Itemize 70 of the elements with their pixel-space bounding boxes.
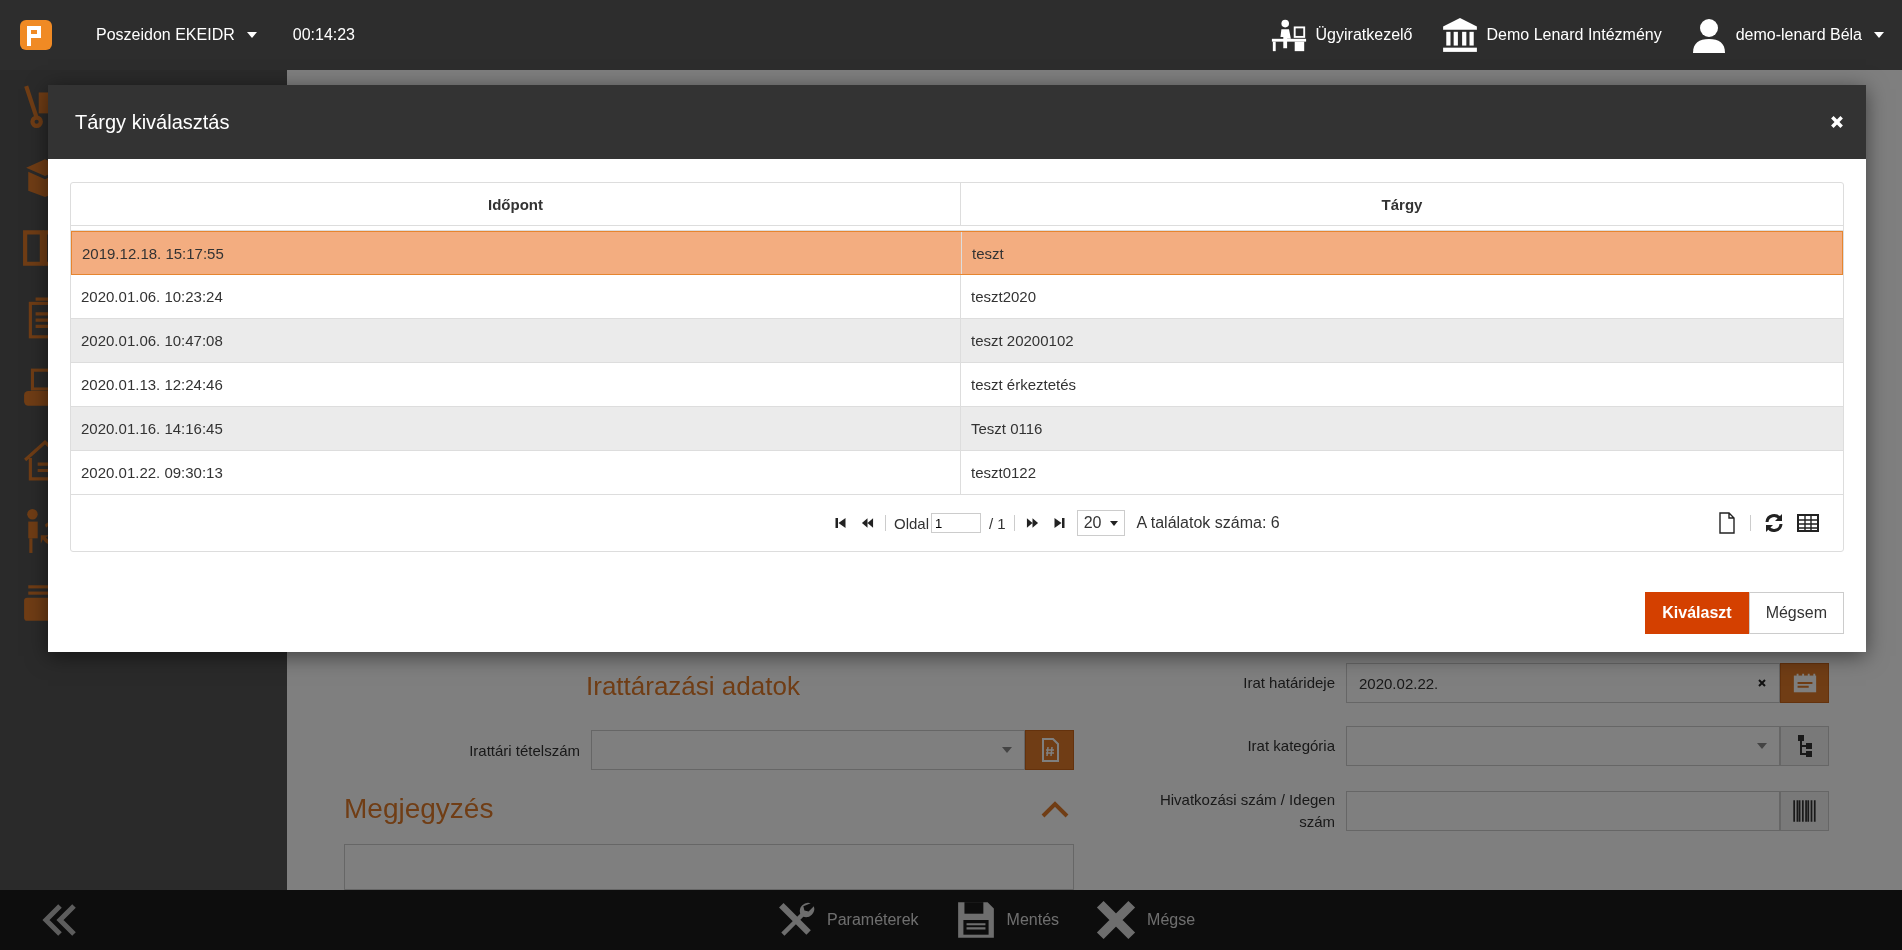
user-menu[interactable]: demo-lenard Béla: [1689, 17, 1884, 53]
save-button[interactable]: Mentés: [954, 899, 1060, 941]
table-row[interactable]: 2020.01.13. 12:24:46 teszt érkeztetés: [71, 363, 1843, 407]
table-cell: 2020.01.06. 10:47:08: [71, 319, 961, 362]
close-icon[interactable]: [1830, 115, 1844, 129]
next-page-icon[interactable]: [1025, 517, 1039, 529]
select-field[interactable]: [591, 730, 1025, 770]
table-row[interactable]: 2019.12.18. 15:17:55 teszt: [71, 231, 1843, 275]
table-cell: 2020.01.22. 09:30:13: [71, 451, 961, 494]
bank-icon: [1440, 17, 1479, 53]
previous-page-icon[interactable]: [861, 517, 874, 529]
caret-icon: [246, 32, 257, 38]
field-label: Irat kategória: [1246, 736, 1336, 756]
table-cell-text: teszt2020: [970, 287, 1038, 307]
parameters-button[interactable]: Paraméterek: [775, 899, 919, 941]
column-header[interactable]: Időpont: [71, 183, 961, 225]
table-cell-text: teszt0122: [970, 463, 1038, 483]
table-cell: 2020.01.16. 14:16:45: [71, 407, 961, 450]
date-field[interactable]: 2020.02.22.: [1346, 663, 1780, 703]
app-menu[interactable]: Poszeidon EKEIDR: [96, 26, 257, 44]
dropdown-arrow-icon: [1002, 747, 1012, 753]
table-cell-text: teszt érkeztetés: [970, 375, 1078, 395]
field-label: Irattári tételszám: [468, 741, 581, 759]
field-label: Irat határideje: [1242, 673, 1336, 693]
document-icon[interactable]: [1716, 512, 1738, 534]
session-timer: 00:14:23: [292, 26, 355, 44]
table-row[interactable]: 2020.01.16. 14:16:45 Teszt 0116: [71, 407, 1843, 451]
input-field[interactable]: [1346, 791, 1780, 831]
refresh-icon[interactable]: [1763, 512, 1785, 534]
table-row[interactable]: 2020.01.06. 10:23:24 teszt2020: [71, 275, 1843, 319]
clear-icon[interactable]: [1757, 678, 1767, 688]
logo-icon[interactable]: [18, 18, 54, 52]
page-input[interactable]: 1: [931, 513, 982, 533]
select-button[interactable]: Kiválaszt: [1645, 592, 1749, 634]
section-heading: Megjegyzés: [344, 793, 494, 825]
table-row[interactable]: 2020.01.22. 09:30:13 teszt0122: [71, 451, 1843, 495]
table-cell-text: Teszt 0116: [970, 419, 1044, 439]
table-icon[interactable]: [1797, 512, 1819, 534]
modal-title: Tárgy kiválasztás: [75, 110, 230, 134]
table-cell: 2019.12.18. 15:17:55: [72, 232, 962, 274]
calendar-icon: [1791, 671, 1818, 695]
barcode-icon: [1791, 799, 1818, 823]
result-count: A találatok száma: 6: [1136, 514, 1280, 532]
caret-icon: [1874, 32, 1884, 38]
tree-button[interactable]: [1780, 726, 1829, 766]
table-row[interactable]: 2020.01.06. 10:47:08 teszt 20200102: [71, 319, 1843, 363]
number-document-button[interactable]: [1025, 730, 1074, 770]
page-size-select[interactable]: 20: [1076, 510, 1125, 536]
select-field[interactable]: [1346, 726, 1780, 766]
barcode-button[interactable]: [1780, 791, 1829, 831]
page-label: Oldal: [894, 514, 930, 532]
institution-link[interactable]: Demo Lenard Intézmény: [1440, 17, 1662, 53]
desk-worker-icon: [1269, 17, 1308, 53]
field-label: Hivatkozási szám / Idegen szám: [1158, 790, 1336, 832]
dropdown-arrow-icon: [1109, 520, 1118, 526]
column-header[interactable]: Tárgy: [961, 183, 1843, 225]
table-cell-text: teszt 20200102: [970, 331, 1075, 351]
close-icon: [1095, 899, 1138, 941]
module-link[interactable]: Ügyiratkezelő: [1269, 17, 1413, 53]
page-total: / 1: [989, 514, 1006, 532]
table-cell: 2020.01.06. 10:23:24: [71, 275, 961, 318]
table-cell: 2020.01.13. 12:24:46: [71, 363, 961, 406]
last-page-icon[interactable]: [1052, 517, 1066, 529]
section-heading: Irattárazási adatok: [586, 670, 801, 703]
table-cell-text: teszt: [971, 243, 1005, 264]
cancel-button[interactable]: Mégse: [1095, 899, 1196, 941]
first-page-icon[interactable]: [834, 517, 847, 529]
cancel-button[interactable]: Mégsem: [1748, 592, 1844, 634]
dropdown-arrow-icon: [1757, 743, 1767, 749]
calendar-button[interactable]: [1780, 663, 1829, 703]
